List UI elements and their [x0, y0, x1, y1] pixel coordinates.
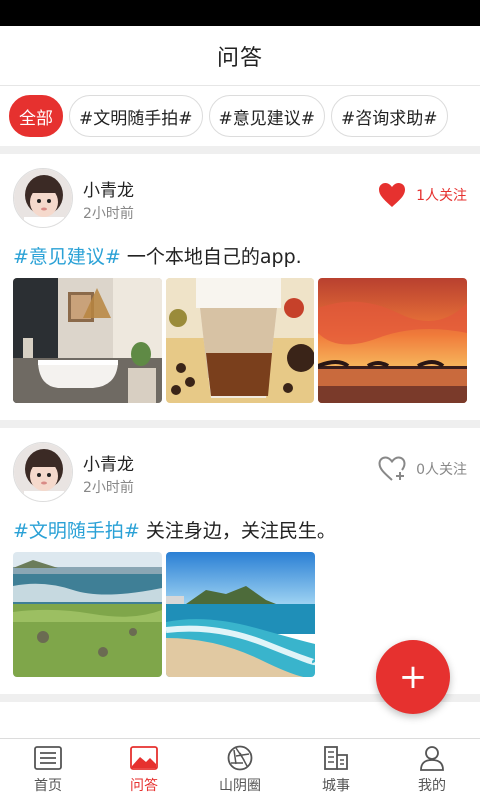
- news-icon: [34, 745, 62, 771]
- page-title: 问答: [216, 45, 263, 71]
- chip-all[interactable]: 全部: [9, 95, 63, 137]
- chip-suggestions[interactable]: #意见建议#: [208, 95, 325, 137]
- tab-me[interactable]: 我的: [384, 739, 480, 800]
- post-text[interactable]: #文明随手拍# 关注身边，关注民生。: [13, 514, 467, 550]
- post-topic-tag[interactable]: #意见建议#: [13, 246, 121, 268]
- follow-toggle[interactable]: 1人关注: [378, 182, 467, 208]
- topic-filter-bar: 全部 #文明随手拍# #意见建议# #咨询求助#: [0, 86, 480, 146]
- photo-sunset[interactable]: [318, 278, 468, 403]
- post-time: 2小时前: [83, 206, 134, 222]
- post-text[interactable]: #意见建议# 一个本地自己的app.: [13, 240, 467, 276]
- photo-bathroom[interactable]: [13, 278, 162, 403]
- photo-grid: [13, 276, 468, 403]
- plus-icon: +: [398, 657, 428, 697]
- chip-civilized-snapshot[interactable]: #文明随手拍#: [69, 95, 203, 137]
- divider: [0, 146, 480, 154]
- chip-help[interactable]: #咨询求助#: [331, 95, 448, 137]
- bottom-tab-bar: 首页 问答 山阴圈 城事 我的: [0, 738, 480, 800]
- post-body: 关注身边，关注民生。: [139, 520, 336, 542]
- post-card[interactable]: 小青龙 2小时前 1人关注 #意见建议# 一个本地自己的app.: [0, 154, 480, 420]
- image-icon: [130, 745, 158, 771]
- photo-beach[interactable]: [166, 552, 315, 677]
- create-post-button[interactable]: +: [376, 640, 450, 714]
- tab-circle[interactable]: 山阴圈: [192, 739, 288, 800]
- follow-count: 1人关注: [416, 188, 467, 204]
- tab-label: 山阴圈: [219, 777, 261, 794]
- photo-coffee[interactable]: [165, 278, 315, 403]
- tab-home[interactable]: 首页: [0, 739, 96, 800]
- tab-city[interactable]: 城事: [288, 739, 384, 800]
- post-feed: 小青龙 2小时前 1人关注 #意见建议# 一个本地自己的app. 小青龙 2小时…: [0, 146, 480, 702]
- post-body: 一个本地自己的app.: [120, 246, 302, 268]
- follow-toggle[interactable]: 0人关注: [378, 456, 467, 482]
- tab-qa[interactable]: 问答: [96, 739, 192, 800]
- aperture-icon: [226, 745, 254, 771]
- photo-coast[interactable]: [13, 552, 162, 677]
- tab-label: 问答: [130, 777, 158, 794]
- person-icon: [418, 745, 446, 771]
- tab-label: 城事: [322, 777, 350, 794]
- post-time: 2小时前: [83, 480, 134, 496]
- heart-filled-icon: [378, 182, 406, 208]
- post-topic-tag[interactable]: #文明随手拍#: [13, 520, 140, 542]
- heart-add-icon: [378, 456, 406, 482]
- follow-count: 0人关注: [416, 462, 467, 478]
- avatar[interactable]: [13, 442, 73, 502]
- author-name: 小青龙: [83, 455, 134, 475]
- building-icon: [322, 745, 350, 771]
- tab-label: 我的: [418, 777, 446, 794]
- status-bar: [0, 0, 480, 26]
- avatar[interactable]: [13, 168, 73, 228]
- title-bar: 问答: [0, 26, 480, 86]
- author-name: 小青龙: [83, 181, 134, 201]
- tab-label: 首页: [34, 777, 62, 794]
- divider: [0, 420, 480, 428]
